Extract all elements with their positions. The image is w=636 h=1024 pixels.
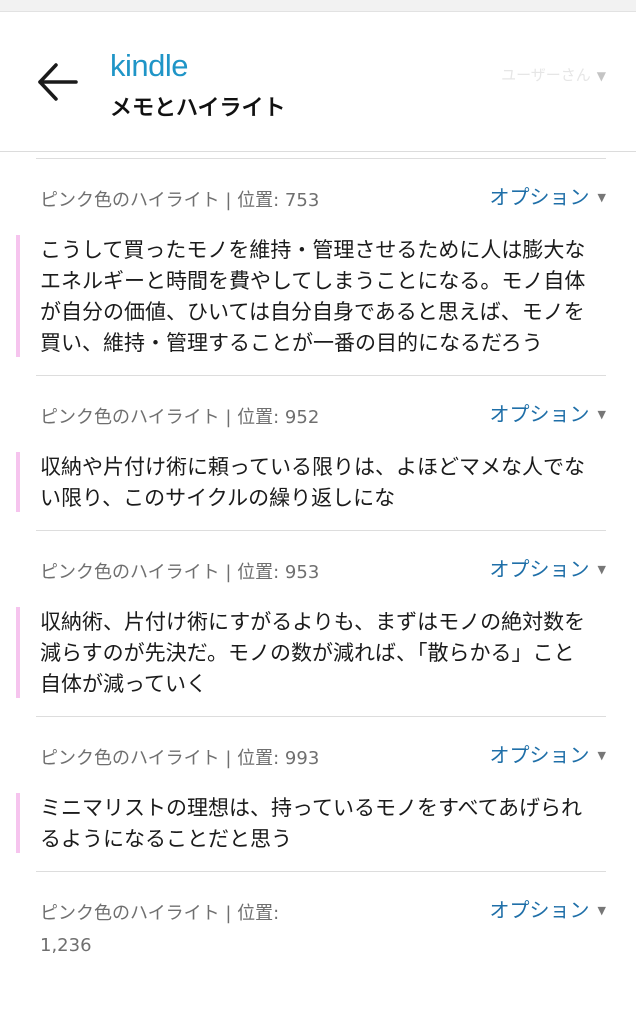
highlight-location: ピンク色のハイライト | 位置: 1,236 [40, 903, 280, 956]
user-name: ユーザーさん [501, 66, 591, 84]
option-label: オプション [489, 743, 590, 767]
highlight-item: ピンク色のハイライト | 位置: 952 オプション ▼ 収納や片付け術に頼ってい… [16, 376, 606, 531]
chevron-down-icon: ▼ [597, 191, 606, 204]
chevron-down-icon: ▼ [597, 563, 606, 576]
option-dropdown[interactable]: オプション ▼ [490, 398, 606, 427]
option-label: オプション [489, 557, 590, 581]
option-dropdown[interactable]: オプション ▼ [490, 894, 606, 923]
option-dropdown[interactable]: オプション ▼ [490, 181, 606, 210]
highlight-location: ピンク色のハイライト | 位置: 993 [40, 748, 320, 769]
highlight-location: ピンク色のハイライト | 位置: 953 [40, 562, 320, 583]
app-header: kindle メモとハイライト ユーザーさん ▼ [0, 12, 636, 152]
page-title: メモとハイライト [110, 96, 286, 121]
highlight-meta-row: ピンク色のハイライト | 位置: 753 オプション ▼ [36, 159, 606, 235]
highlight-text: 収納術、片付け術にすがるよりも、まずはモノの絶対数を減らすのが先決だ。モノの数が… [40, 610, 586, 696]
highlight-list: ピンク色のハイライト | 位置: 753 オプション ▼ こうして買ったモノを維持… [16, 158, 606, 956]
option-label: オプション [489, 402, 590, 426]
highlight-color-bar [16, 793, 20, 853]
highlight-quote: ミニマリストの理想は、持っているモノをすべてあげられるようになることだと思う [16, 793, 606, 871]
highlight-color-bar [16, 235, 20, 357]
chevron-down-icon: ▼ [597, 749, 606, 762]
chevron-down-icon: ▼ [597, 408, 606, 421]
option-dropdown[interactable]: オプション ▼ [490, 739, 606, 768]
highlight-color-bar [16, 452, 20, 512]
highlight-meta-row: ピンク色のハイライト | 位置: 993 オプション ▼ [36, 717, 606, 793]
highlight-meta-row: ピンク色のハイライト | 位置: 1,236 オプション ▼ [36, 872, 606, 956]
highlight-color-bar [16, 607, 20, 698]
highlight-meta-row: ピンク色のハイライト | 位置: 953 オプション ▼ [36, 531, 606, 607]
option-label: オプション [489, 898, 590, 922]
highlight-quote: 収納術、片付け術にすがるよりも、まずはモノの絶対数を減らすのが先決だ。モノの数が… [16, 607, 606, 716]
highlight-item: ピンク色のハイライト | 位置: 753 オプション ▼ こうして買ったモノを維持… [16, 158, 606, 376]
highlight-text: こうして買ったモノを維持・管理させるために人は膨大なエネルギーと時間を費やしてし… [40, 238, 586, 355]
highlight-item: ピンク色のハイライト | 位置: 993 オプション ▼ ミニマリストの理想は、持… [16, 717, 606, 872]
kindle-logo: kindle [110, 48, 189, 83]
chevron-down-icon: ▼ [597, 904, 606, 917]
highlight-item: ピンク色のハイライト | 位置: 1,236 オプション ▼ [36, 872, 606, 956]
chevron-down-icon: ▼ [596, 69, 606, 83]
highlight-text: 収納や片付け術に頼っている限りは、よほどマメな人でない限り、このサイクルの繰り返… [40, 455, 585, 510]
option-dropdown[interactable]: オプション ▼ [490, 553, 606, 582]
highlight-quote: こうして買ったモノを維持・管理させるために人は膨大なエネルギーと時間を費やしてし… [16, 235, 606, 375]
highlight-quote: 収納や片付け術に頼っている限りは、よほどマメな人でない限り、このサイクルの繰り返… [16, 452, 606, 530]
highlight-location: ピンク色のハイライト | 位置: 952 [40, 407, 320, 428]
highlight-meta-row: ピンク色のハイライト | 位置: 952 オプション ▼ [36, 376, 606, 452]
highlight-text: ミニマリストの理想は、持っているモノをすべてあげられるようになることだと思う [40, 796, 583, 851]
highlight-item: ピンク色のハイライト | 位置: 953 オプション ▼ 収納術、片付け術にすがる… [16, 531, 606, 717]
highlight-location: ピンク色のハイライト | 位置: 753 [40, 190, 320, 211]
option-label: オプション [489, 185, 590, 209]
user-menu[interactable]: ユーザーさん ▼ [501, 64, 606, 85]
back-arrow-icon[interactable] [36, 60, 80, 104]
browser-top-strip [0, 0, 636, 12]
